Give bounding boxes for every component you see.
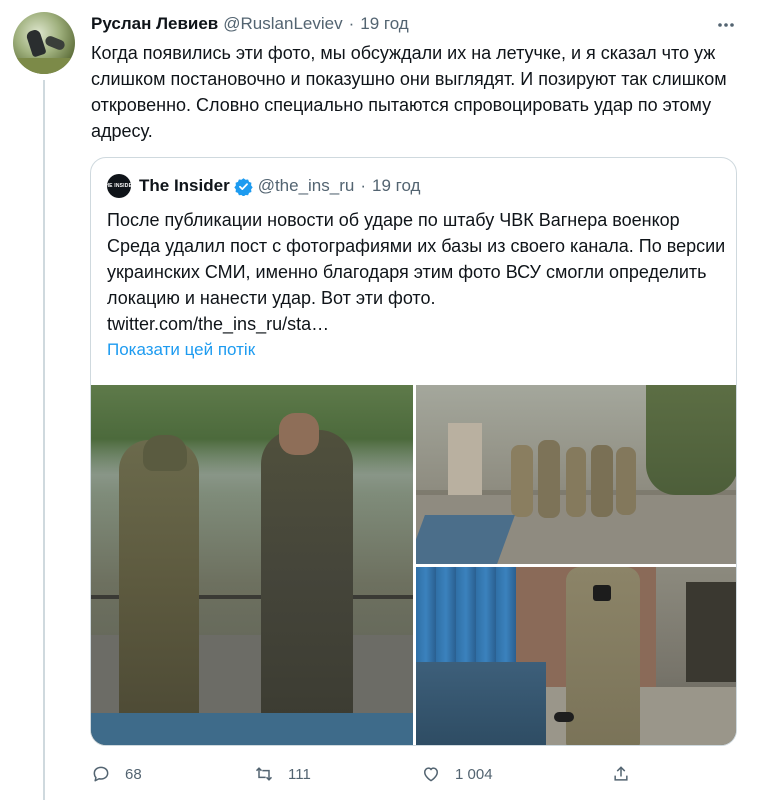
photo-soldier-right <box>261 430 353 720</box>
retweet-button[interactable]: 111 <box>254 764 311 784</box>
photo-soldier-left-head <box>143 435 187 471</box>
reply-icon <box>93 766 109 782</box>
photo-camera <box>593 585 611 601</box>
quote-avatar[interactable]: THE INSIDER <box>102 174 136 198</box>
heart-icon <box>424 767 438 782</box>
photo-soldier-d <box>591 445 613 517</box>
more-horizontal-icon[interactable] <box>715 14 737 36</box>
author-handle[interactable]: @RuslanLeviev <box>223 14 342 34</box>
thread-line <box>43 80 45 800</box>
quote-text: После публикации новости об ударе по шта… <box>107 210 726 334</box>
quote-author-handle[interactable]: @the_ins_ru <box>258 176 355 196</box>
photo-cat <box>554 712 574 722</box>
reply-button[interactable]: 68 <box>91 764 142 784</box>
avatar-ground <box>13 58 75 74</box>
quote-header: THE INSIDER The Insider @the_ins_ru · 19… <box>102 174 420 198</box>
photo-doorway <box>686 582 736 682</box>
retweet-icon <box>255 767 273 781</box>
share-button[interactable] <box>611 764 645 784</box>
quoted-tweet[interactable]: THE INSIDER The Insider @the_ins_ru · 19… <box>90 157 737 746</box>
photo-group-building[interactable] <box>416 385 736 564</box>
like-count: 1 004 <box>455 765 493 783</box>
photo-soldier-b <box>538 440 560 518</box>
photo-soldier-a <box>511 445 533 517</box>
avatar-figure-2 <box>43 34 67 52</box>
photo-blue-barrels <box>416 567 516 662</box>
tweet-actions: 68 111 1 004 <box>91 764 651 788</box>
tweet-header: Руслан Левиев @RuslanLeviev · 19 год <box>91 13 409 35</box>
show-thread-link[interactable]: Показати цей потік <box>107 340 255 360</box>
photo-soldier-c <box>566 447 586 517</box>
media-grid <box>91 385 736 745</box>
reply-count: 68 <box>125 765 142 783</box>
author-name[interactable]: Руслан Левиев <box>91 14 218 34</box>
tweet-time[interactable]: 19 год <box>360 14 408 34</box>
quote-author-name[interactable]: The Insider <box>139 176 230 196</box>
author-avatar[interactable] <box>13 12 75 74</box>
photo-bench <box>91 713 413 745</box>
retweet-count: 111 <box>288 765 311 783</box>
photo-tree <box>646 385 736 495</box>
share-icon <box>614 766 628 781</box>
photo-handshake[interactable] <box>91 385 413 745</box>
quote-separator-dot: · <box>360 176 367 195</box>
verified-badge-icon <box>234 177 253 197</box>
quote-time[interactable]: 19 год <box>372 176 420 196</box>
tweet-text: Когда появились эти фото, мы обсуждали и… <box>91 43 732 141</box>
separator-dot: · <box>348 14 355 33</box>
photo-bench-wood <box>416 662 546 745</box>
photo-soldier-e <box>616 447 636 515</box>
photo-soldier-right-head <box>279 413 319 455</box>
like-button[interactable]: 1 004 <box>421 764 493 784</box>
photo-soldier-left <box>119 440 199 725</box>
photo-soldier-camera[interactable] <box>416 567 736 745</box>
quote-avatar-logo-text: THE INSIDER <box>102 183 136 189</box>
avatar-figure <box>25 28 47 58</box>
